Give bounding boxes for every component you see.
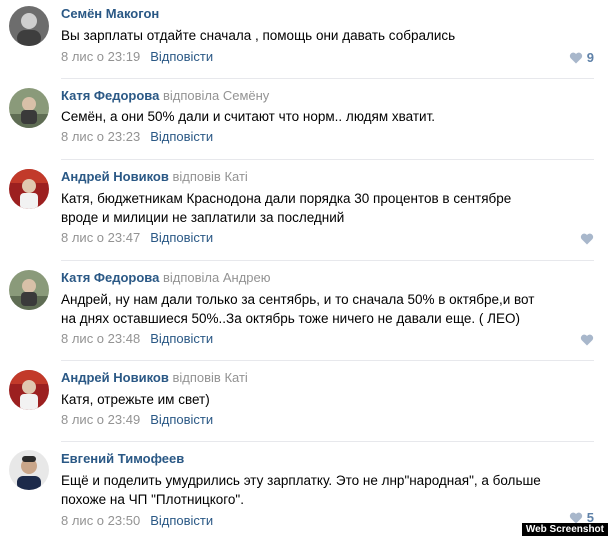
like-button[interactable]: [580, 230, 594, 245]
comment-text-line: похоже на ЧП "Плотницкого".: [61, 492, 244, 507]
comment-date[interactable]: 8 лис о 23:47: [61, 230, 140, 245]
reply-to-label[interactable]: відповів Каті: [172, 169, 247, 184]
avatar[interactable]: [9, 6, 49, 46]
watermark-label: Web Screenshot: [521, 523, 608, 536]
reply-button[interactable]: Відповісти: [150, 412, 213, 427]
comment-date[interactable]: 8 лис о 23:49: [61, 412, 140, 427]
comment-author[interactable]: Андрей Новиков: [61, 370, 169, 385]
comment-text-line: Катя, отрежьте им свет): [61, 392, 210, 407]
comment-text-line: Вы зарплаты отдайте сначала , помощь они…: [61, 28, 456, 43]
comment-author[interactable]: Катя Федорова: [61, 270, 159, 285]
like-button[interactable]: 9: [569, 49, 594, 65]
divider: [61, 260, 594, 261]
divider: [61, 159, 594, 160]
avatar[interactable]: [9, 450, 49, 490]
heart-icon: [569, 512, 582, 524]
comment-text-line: Ещё и поделить умудрились эту зарплатку.…: [61, 473, 541, 488]
reply-button[interactable]: Відповісти: [150, 331, 213, 346]
comment-text-line: вроде и милиции не заплатили за последни…: [61, 210, 345, 225]
like-button[interactable]: [580, 331, 594, 346]
comment-date[interactable]: 8 лис о 23:48: [61, 331, 140, 346]
comment-date[interactable]: 8 лис о 23:23: [61, 129, 140, 144]
comment-author[interactable]: Семён Макогон: [61, 6, 159, 21]
comment-date[interactable]: 8 лис о 23:19: [61, 49, 140, 64]
comment-text-line: Семён, а они 50% дали и считают что норм…: [61, 109, 436, 124]
heart-icon: [580, 334, 594, 346]
divider: [61, 441, 594, 442]
reply-to-label[interactable]: відповіла Андрею: [163, 270, 271, 285]
comment-text-line: Катя, бюджетникам Краснодона дали порядк…: [61, 191, 512, 206]
avatar[interactable]: [9, 169, 49, 209]
reply-to-label[interactable]: відповіла Семёну: [163, 88, 269, 103]
divider: [61, 78, 594, 79]
reply-button[interactable]: Відповісти: [150, 49, 213, 64]
reply-button[interactable]: Відповісти: [150, 129, 213, 144]
like-count: 9: [586, 50, 594, 66]
comment-author[interactable]: Андрей Новиков: [61, 169, 169, 184]
divider: [61, 360, 594, 361]
reply-button[interactable]: Відповісти: [150, 513, 213, 528]
comment-date[interactable]: 8 лис о 23:50: [61, 513, 140, 528]
avatar[interactable]: [9, 370, 49, 410]
reply-to-label[interactable]: відповів Каті: [172, 370, 247, 385]
comment-text-line: на днях оставшиеся 50%..За октябрь тоже …: [61, 311, 521, 326]
comment-author[interactable]: Евгений Тимофеев: [61, 451, 184, 466]
avatar[interactable]: [9, 88, 49, 128]
comment-author[interactable]: Катя Федорова: [61, 88, 159, 103]
reply-button[interactable]: Відповісти: [150, 230, 213, 245]
comment-text-line: Андрей, ну нам дали только за сентябрь, …: [61, 292, 535, 307]
heart-icon: [580, 233, 594, 245]
avatar[interactable]: [9, 270, 49, 310]
heart-icon: [569, 52, 582, 64]
